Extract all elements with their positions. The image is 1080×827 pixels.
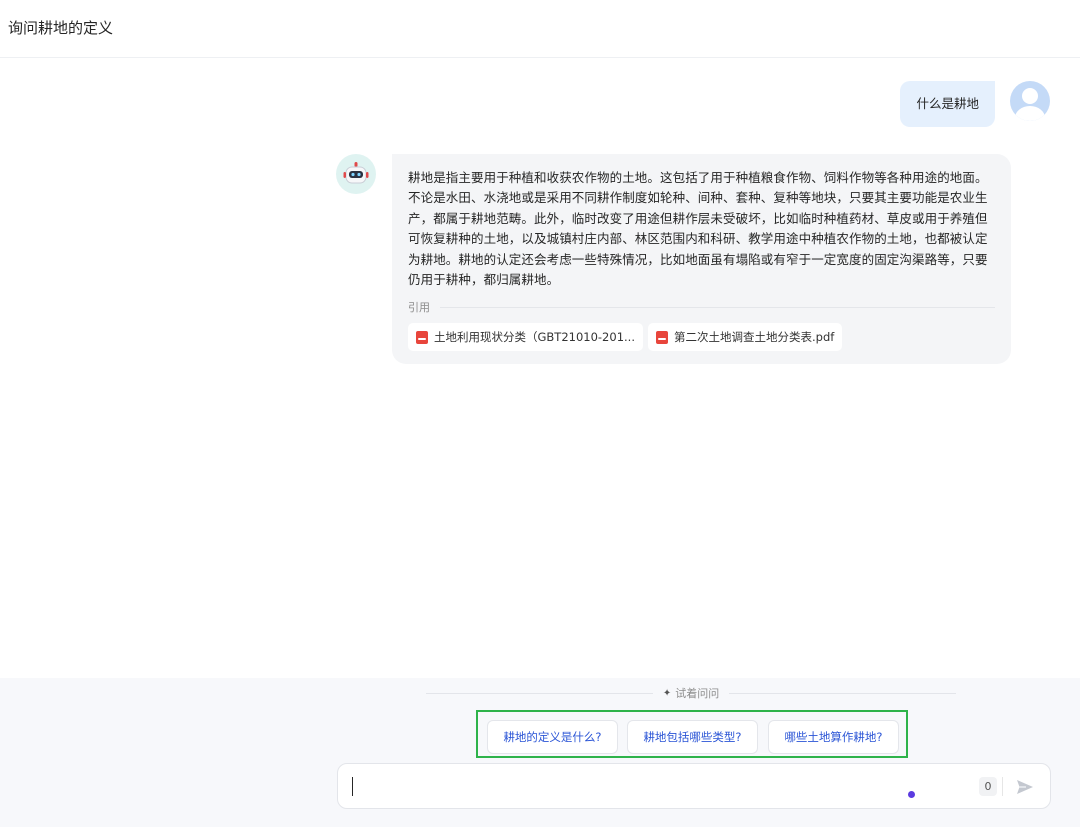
- pdf-icon: [655, 330, 668, 344]
- user-message: 什么是耕地: [900, 81, 1050, 127]
- text-caret: [352, 777, 353, 796]
- status-dot: [908, 791, 915, 798]
- suggestion-chip-3[interactable]: 哪些土地算作耕地?: [768, 720, 899, 754]
- chat-area: 什么是耕地 耕地是指主要用于种植和收获农作物的土地。这包括了用于种植粮食作物、饲…: [0, 58, 1080, 678]
- composer-area: ✦ 试着问问 耕地的定义是什么? 耕地包括哪些类型? 哪些土地算作耕地? 0: [0, 678, 1080, 827]
- suggestions-highlight: 耕地的定义是什么? 耕地包括哪些类型? 哪些土地算作耕地?: [476, 710, 908, 758]
- chat-header: 询问耕地的定义: [0, 0, 1080, 58]
- divider: [1002, 777, 1003, 796]
- suggestion-chip-1[interactable]: 耕地的定义是什么?: [487, 720, 618, 754]
- user-avatar: [1010, 81, 1050, 121]
- divider: [729, 692, 957, 694]
- bot-answer-text: 耕地是指主要用于种植和收获农作物的土地。这包括了用于种植粮食作物、饲料作物等各种…: [408, 170, 988, 288]
- citations-header: 引用: [408, 299, 995, 315]
- bot-message: 耕地是指主要用于种植和收获农作物的土地。这包括了用于种植粮食作物、饲料作物等各种…: [336, 154, 1011, 365]
- suggestions-label: ✦ 试着问问: [662, 687, 720, 700]
- suggestion-chip-2[interactable]: 耕地包括哪些类型?: [627, 720, 758, 754]
- citation-chip[interactable]: 土地利用现状分类（GBT21010-201...: [408, 323, 643, 352]
- send-icon: [1017, 780, 1033, 794]
- bot-message-bubble: 耕地是指主要用于种植和收获农作物的土地。这包括了用于种植粮食作物、饲料作物等各种…: [392, 154, 1011, 365]
- bot-avatar: [336, 154, 376, 194]
- citations-label: 引用: [408, 301, 430, 315]
- citation-name: 第二次土地调查土地分类表.pdf: [673, 330, 835, 345]
- citation-list: 土地利用现状分类（GBT21010-201... 第二次土地调查土地分类表.pd…: [408, 323, 995, 352]
- sparkle-icon: ✦: [662, 687, 672, 699]
- citation-name: 土地利用现状分类（GBT21010-201...: [434, 330, 635, 345]
- send-button[interactable]: [1015, 777, 1035, 801]
- robot-icon: [343, 162, 369, 184]
- pdf-icon: [416, 330, 428, 344]
- message-input[interactable]: 0: [337, 763, 1051, 809]
- divider: [426, 692, 653, 694]
- citation-chip[interactable]: 第二次土地调查土地分类表.pdf: [647, 323, 843, 352]
- char-count: 0: [979, 777, 997, 796]
- user-message-bubble: 什么是耕地: [900, 81, 995, 127]
- conversation-title: 询问耕地的定义: [8, 19, 114, 37]
- suggestions-header: ✦ 试着问问: [426, 686, 957, 700]
- citations-divider: [440, 306, 995, 308]
